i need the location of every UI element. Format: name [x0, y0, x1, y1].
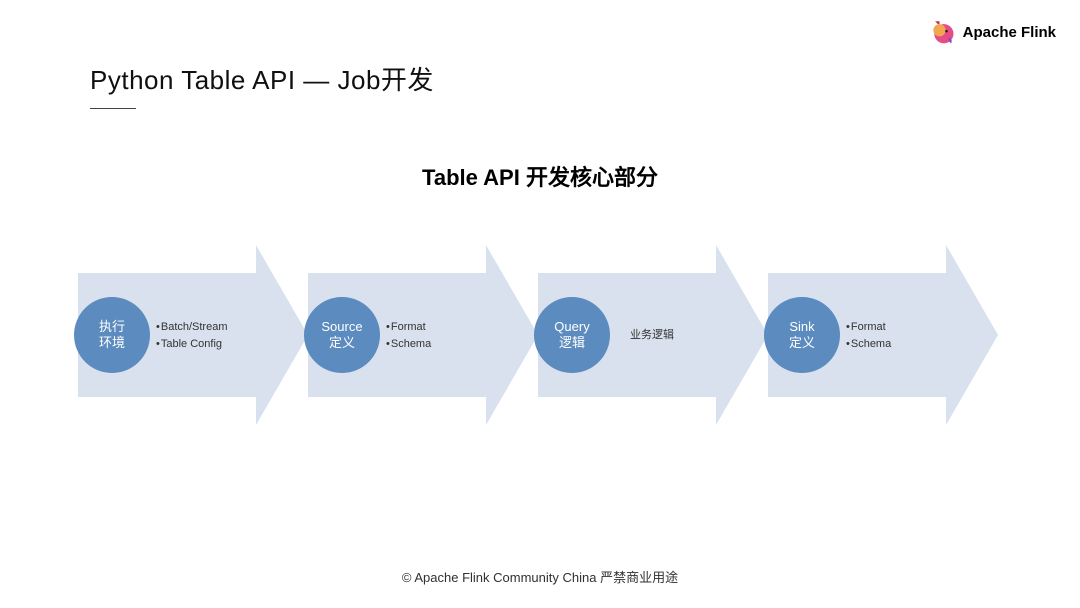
node-label-line2: 环境 — [99, 335, 125, 350]
flow-step-query: Query 逻辑 业务逻辑 — [538, 245, 768, 425]
bullet-item: 业务逻辑 — [630, 327, 674, 344]
node-label: Source 定义 — [319, 317, 364, 354]
title-underline — [90, 108, 136, 109]
node-label: Query 逻辑 — [552, 317, 591, 354]
arrow-head-icon — [716, 245, 768, 425]
step-bullets: Batch/Stream Table Config — [156, 319, 228, 352]
node-circle: 执行 环境 — [74, 297, 150, 373]
bullet-item: Schema — [846, 336, 891, 353]
node-label: 执行 环境 — [97, 317, 127, 354]
flink-logo-icon — [929, 18, 957, 46]
bullet-item: Batch/Stream — [156, 319, 228, 336]
bullet-item: Format — [386, 319, 431, 336]
bullet-item: Format — [846, 319, 891, 336]
flow-step-source: Source 定义 Format Schema — [308, 245, 538, 425]
flow-step-sink: Sink 定义 Format Schema — [768, 245, 998, 425]
node-label-line1: 执行 — [99, 319, 125, 334]
node-label-line1: Sink — [789, 319, 814, 334]
node-label: Sink 定义 — [787, 317, 817, 354]
arrow-head-icon — [946, 245, 998, 425]
step-bullets: Format Schema — [386, 319, 431, 352]
step-bullets: Format Schema — [846, 319, 891, 352]
node-label-line2: 定义 — [329, 335, 355, 350]
bullet-item: Schema — [386, 336, 431, 353]
arrow-head-icon — [256, 245, 308, 425]
flow-step-execution-env: 执行 环境 Batch/Stream Table Config — [78, 245, 308, 425]
bullet-item: Table Config — [156, 336, 228, 353]
step-bullets: 业务逻辑 — [630, 327, 674, 344]
node-label-line2: 逻辑 — [559, 335, 585, 350]
node-circle: Sink 定义 — [764, 297, 840, 373]
node-circle: Source 定义 — [304, 297, 380, 373]
node-label-line1: Query — [554, 319, 589, 334]
node-circle: Query 逻辑 — [534, 297, 610, 373]
brand-name: Apache Flink — [963, 24, 1056, 41]
flow-diagram: 执行 环境 Batch/Stream Table Config Source 定… — [78, 245, 998, 425]
arrow-head-icon — [486, 245, 538, 425]
footer-copyright: © Apache Flink Community China 严禁商业用途 — [0, 567, 1080, 586]
node-label-line2: 定义 — [789, 335, 815, 350]
section-subtitle: Table API 开发核心部分 — [0, 160, 1080, 192]
node-label-line1: Source — [321, 319, 362, 334]
brand-block: Apache Flink — [929, 18, 1056, 46]
page-title: Python Table API — Job开发 — [90, 60, 434, 97]
